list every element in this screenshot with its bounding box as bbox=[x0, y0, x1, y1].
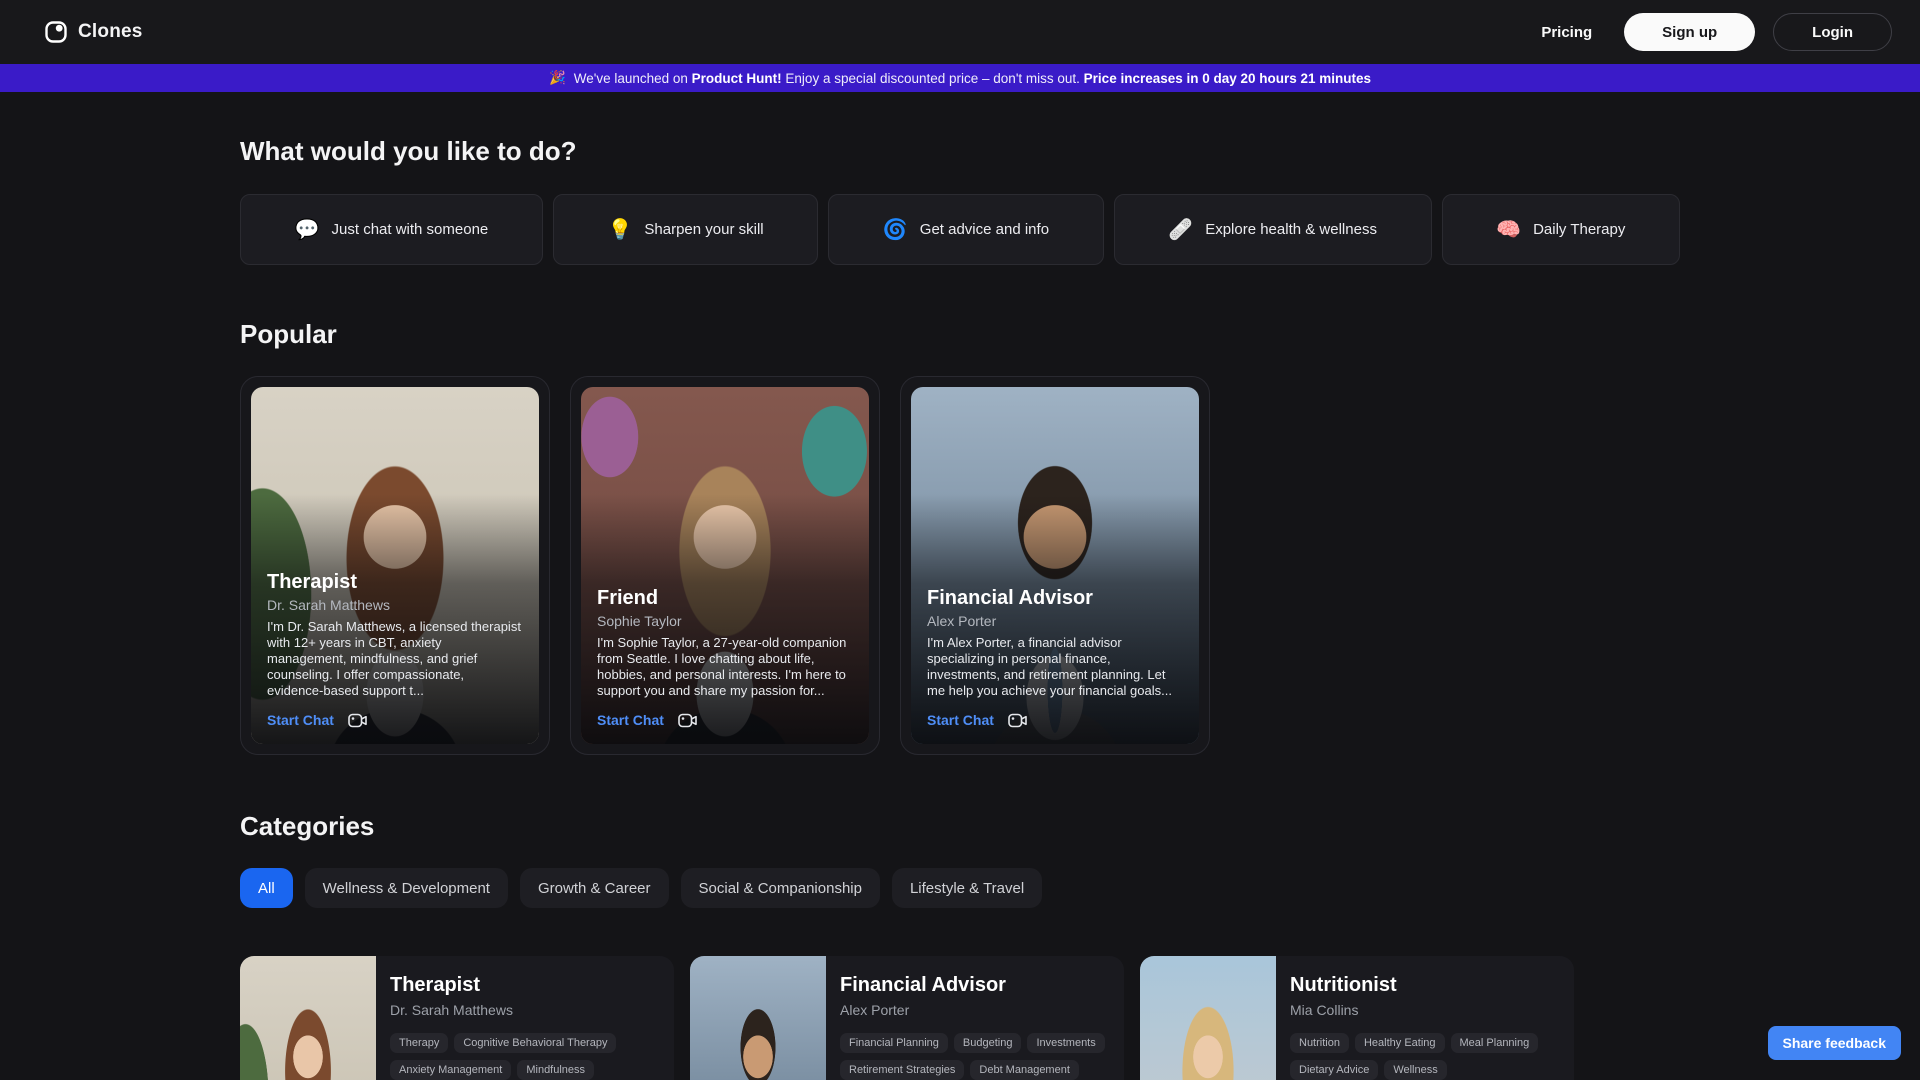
clone-name: Alex Porter bbox=[840, 1002, 910, 1018]
announcement-banner[interactable]: 🎉 We've launched on Product Hunt! Enjoy … bbox=[0, 64, 1920, 92]
popular-cards: Therapist Dr. Sarah Matthews I'm Dr. Sar… bbox=[240, 376, 1680, 755]
clone-name: Dr. Sarah Matthews bbox=[390, 1002, 513, 1018]
banner-product-hunt: Product Hunt! bbox=[691, 70, 782, 86]
brand-logo[interactable]: Clones bbox=[44, 20, 143, 44]
clone-role: Friend bbox=[597, 587, 659, 609]
login-button[interactable]: Login bbox=[1773, 13, 1892, 51]
category-card-financial-advisor[interactable]: Financial Advisor Alex Porter Financial … bbox=[690, 956, 1124, 1080]
party-popper-icon: 🎉 bbox=[548, 70, 566, 85]
filter-all[interactable]: All bbox=[240, 868, 293, 908]
signup-button[interactable]: Sign up bbox=[1624, 13, 1756, 51]
action-sharpen-skill[interactable]: 💡 Sharpen your skill bbox=[552, 194, 819, 265]
clone-description: I'm Dr. Sarah Matthews, a licensed thera… bbox=[267, 619, 521, 698]
category-card-therapist[interactable]: Therapist Dr. Sarah Matthews Therapy Cog… bbox=[240, 956, 674, 1080]
popular-card-therapist[interactable]: Therapist Dr. Sarah Matthews I'm Dr. Sar… bbox=[240, 376, 550, 755]
page-title: What would you like to do? bbox=[240, 136, 577, 166]
specialty-tag: Cognitive Behavioral Therapy bbox=[454, 1033, 617, 1053]
category-cards: Therapist Dr. Sarah Matthews Therapy Cog… bbox=[240, 956, 1680, 1080]
action-get-advice[interactable]: 🌀 Get advice and info bbox=[828, 194, 1104, 265]
action-just-chat[interactable]: 💬 Just chat with someone bbox=[240, 194, 543, 265]
filter-wellness-development[interactable]: Wellness & Development bbox=[304, 868, 508, 908]
start-chat-link[interactable]: Start Chat bbox=[597, 712, 664, 728]
swirl-icon: 🌀 bbox=[882, 218, 908, 241]
clone-role: Therapist bbox=[390, 974, 481, 996]
start-chat-link[interactable]: Start Chat bbox=[267, 712, 334, 728]
video-camera-icon[interactable] bbox=[678, 713, 697, 728]
banner-text: We've launched on Product Hunt! Enjoy a … bbox=[573, 70, 1372, 86]
specialty-tag: Retirement Strategies bbox=[840, 1060, 965, 1080]
specialty-tag: Budgeting bbox=[953, 1033, 1022, 1053]
clone-description: I'm Alex Porter, a financial advisor spe… bbox=[927, 635, 1172, 698]
specialty-tag: Investments bbox=[1027, 1033, 1105, 1053]
specialty-tag: Therapy bbox=[390, 1033, 449, 1053]
chat-bubbles-icon: 💬 bbox=[294, 218, 320, 241]
action-daily-therapy[interactable]: 🧠 Daily Therapy bbox=[1441, 194, 1680, 265]
popular-heading: Popular bbox=[240, 319, 337, 349]
banner-countdown: Price increases in 0 day 20 hours 21 min… bbox=[1083, 70, 1372, 86]
popular-card-friend[interactable]: Friend Sophie Taylor I'm Sophie Taylor, … bbox=[570, 376, 880, 755]
specialty-tag: Financial Planning bbox=[840, 1033, 948, 1053]
video-camera-icon[interactable] bbox=[348, 713, 367, 728]
category-filters: All Wellness & Development Growth & Care… bbox=[240, 868, 1680, 908]
brand-name: Clones bbox=[78, 21, 143, 42]
specialty-tag: Wellness bbox=[1384, 1060, 1447, 1080]
clone-name: Sophie Taylor bbox=[597, 613, 682, 629]
clone-role: Nutritionist bbox=[1290, 974, 1397, 996]
therapist-thumbnail bbox=[240, 956, 376, 1080]
brain-icon: 🧠 bbox=[1496, 218, 1522, 241]
clone-description: I'm Sophie Taylor, a 27-year-old compani… bbox=[597, 635, 847, 698]
share-feedback-button[interactable]: Share feedback bbox=[1767, 1026, 1901, 1060]
clones-logo-icon bbox=[44, 20, 68, 44]
nutritionist-thumbnail bbox=[1140, 956, 1276, 1080]
filter-growth-career[interactable]: Growth & Career bbox=[519, 868, 669, 908]
specialty-tag: Nutrition bbox=[1290, 1033, 1349, 1053]
top-nav: Clones Pricing Sign up Login bbox=[0, 0, 1920, 64]
clone-name: Mia Collins bbox=[1290, 1002, 1359, 1018]
clone-role: Financial Advisor bbox=[927, 587, 1093, 609]
category-card-nutritionist[interactable]: Nutritionist Mia Collins Nutrition Healt… bbox=[1140, 956, 1574, 1080]
specialty-tag: Healthy Eating bbox=[1354, 1033, 1445, 1053]
specialty-tag: Meal Planning bbox=[1450, 1033, 1539, 1053]
specialty-tag: Dietary Advice bbox=[1290, 1060, 1379, 1080]
filter-lifestyle-travel[interactable]: Lifestyle & Travel bbox=[891, 868, 1043, 908]
clone-name: Alex Porter bbox=[927, 613, 997, 629]
specialty-tag: Mindfulness bbox=[517, 1060, 595, 1080]
nav-link-pricing[interactable]: Pricing bbox=[1541, 24, 1592, 41]
action-health-wellness[interactable]: 🩹 Explore health & wellness bbox=[1113, 194, 1432, 265]
clone-role: Therapist bbox=[267, 571, 358, 593]
popular-card-financial-advisor[interactable]: Financial Advisor Alex Porter I'm Alex P… bbox=[900, 376, 1210, 755]
start-chat-link[interactable]: Start Chat bbox=[927, 712, 994, 728]
specialty-tag: Anxiety Management bbox=[390, 1060, 512, 1080]
clone-name: Dr. Sarah Matthews bbox=[267, 597, 390, 613]
video-camera-icon[interactable] bbox=[1008, 713, 1027, 728]
categories-heading: Categories bbox=[240, 811, 375, 841]
financial-advisor-thumbnail bbox=[690, 956, 826, 1080]
specialty-tag: Debt Management bbox=[970, 1060, 1079, 1080]
health-icon: 🩹 bbox=[1168, 218, 1194, 241]
filter-social-companionship[interactable]: Social & Companionship bbox=[680, 868, 880, 908]
lightbulb-icon: 💡 bbox=[607, 218, 633, 241]
quick-actions: 💬 Just chat with someone 💡 Sharpen your … bbox=[240, 194, 1680, 265]
clone-role: Financial Advisor bbox=[840, 974, 1006, 996]
